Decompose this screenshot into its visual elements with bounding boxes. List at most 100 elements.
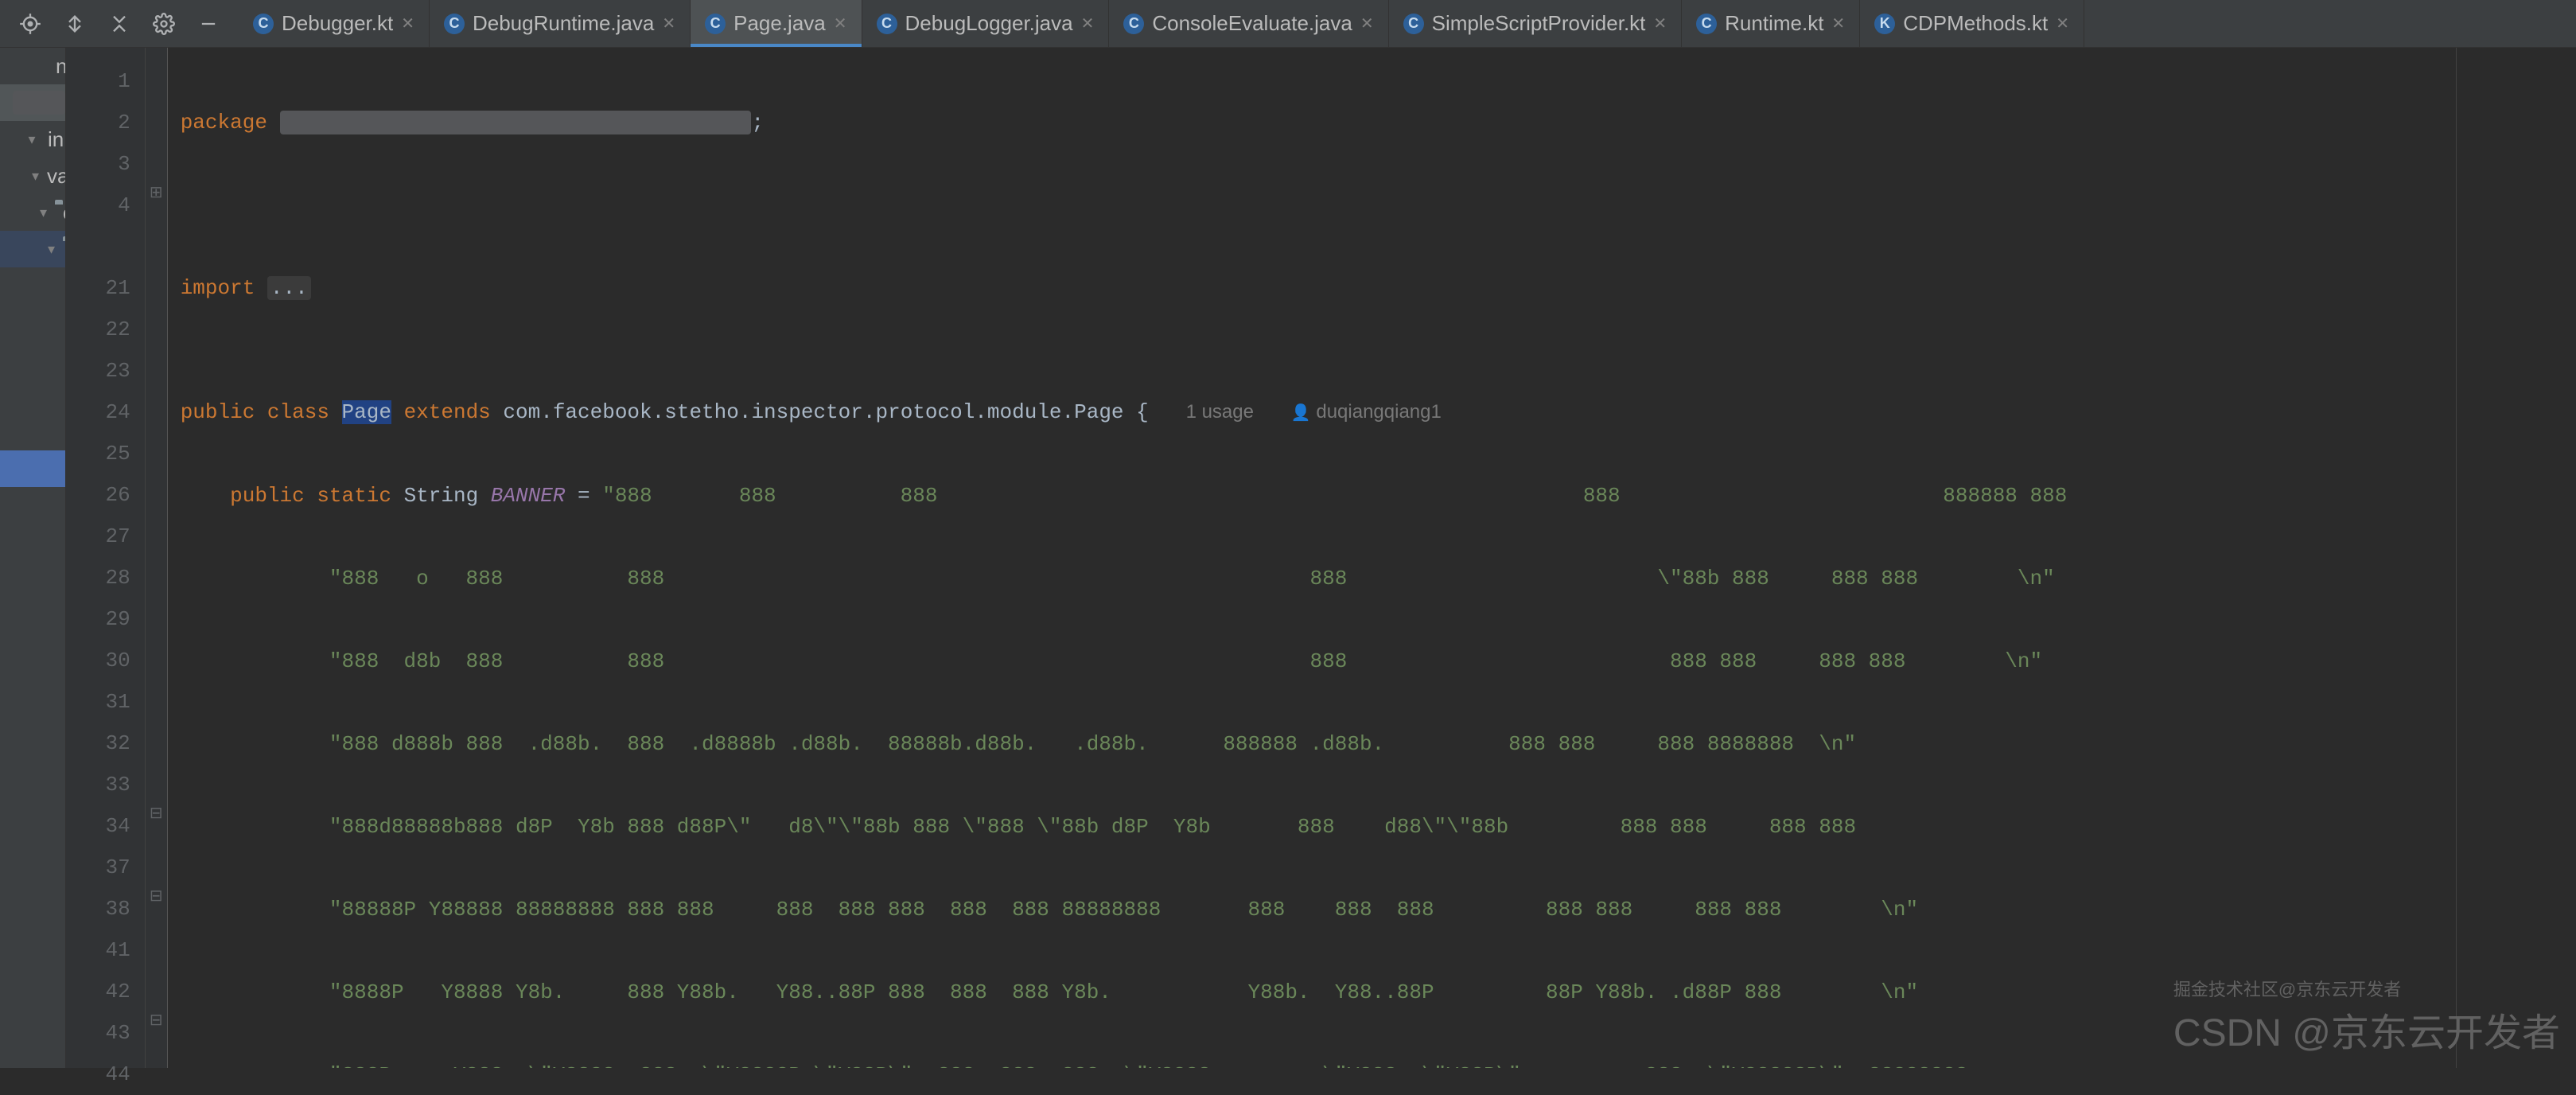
- tree-item[interactable]: CDebugRuntime: [0, 377, 66, 414]
- line-number[interactable]: 25: [66, 433, 130, 474]
- gear-icon[interactable]: [150, 10, 178, 38]
- tree-item[interactable]: [0, 84, 65, 121]
- tab-runtime-kt[interactable]: CRuntime.kt✕: [1682, 0, 1860, 47]
- close-icon[interactable]: ✕: [2056, 14, 2069, 33]
- line-number[interactable]: 44: [66, 1054, 130, 1095]
- project-tree[interactable]: ndk ▾in▾va▾com▾ ▾debugtoolsCConsoleEvalu…: [0, 48, 66, 1068]
- line-number[interactable]: 24: [66, 392, 130, 433]
- tree-item[interactable]: ▾va: [0, 158, 65, 194]
- line-number[interactable]: 21: [66, 267, 130, 309]
- close-icon[interactable]: ✕: [401, 14, 414, 33]
- line-number[interactable]: 2: [66, 102, 130, 143]
- line-number[interactable]: 1: [66, 60, 130, 102]
- fold-toggle[interactable]: [146, 296, 167, 337]
- fold-toggle[interactable]: [146, 503, 167, 544]
- close-icon[interactable]: ✕: [1831, 14, 1845, 33]
- fold-toggle[interactable]: ⊟: [146, 793, 167, 834]
- tree-item[interactable]: KSimpleScriptProvider: [0, 707, 66, 743]
- fold-toggle[interactable]: [146, 420, 167, 462]
- tree-arrow-icon[interactable]: ▾: [40, 205, 47, 221]
- line-number[interactable]: 31: [66, 681, 130, 723]
- fold-toggle[interactable]: [146, 379, 167, 420]
- fold-toggle[interactable]: [146, 89, 167, 131]
- fold-toggle[interactable]: [146, 917, 167, 958]
- line-number[interactable]: 22: [66, 309, 130, 350]
- tab-debuglogger-java[interactable]: CDebugLogger.java✕: [862, 0, 1110, 47]
- tab-consoleevaluate-java[interactable]: CConsoleEvaluate.java✕: [1109, 0, 1388, 47]
- tree-item[interactable]: ▸utils: [0, 487, 66, 524]
- tree-item[interactable]: CConsoleEvaluate: [0, 304, 66, 341]
- tree-item[interactable]: CPage: [0, 450, 66, 487]
- usage-hint[interactable]: 1 usage: [1186, 401, 1254, 423]
- fold-toggle[interactable]: [146, 255, 167, 296]
- line-number[interactable]: 33: [66, 764, 130, 805]
- line-number[interactable]: 29: [66, 598, 130, 640]
- fold-toggle[interactable]: [146, 751, 167, 793]
- tree-item[interactable]: KScriptSourceProvider: [0, 670, 66, 707]
- tree-item[interactable]: ▾in: [0, 121, 65, 158]
- close-icon[interactable]: ✕: [662, 14, 675, 33]
- tab-cdpmethods-kt[interactable]: KCDPMethods.kt✕: [1860, 0, 2084, 47]
- folded-imports[interactable]: ...: [267, 276, 311, 300]
- fold-column[interactable]: ⊞ ⊟ ⊟ ⊟: [146, 48, 168, 1068]
- tree-item[interactable]: ▾: [0, 231, 65, 267]
- tab-debugger-kt[interactable]: CDebugger.kt✕: [239, 0, 430, 47]
- fold-toggle[interactable]: ⊞: [146, 172, 167, 213]
- collapse-all-icon[interactable]: [105, 10, 134, 38]
- fold-toggle[interactable]: [146, 834, 167, 875]
- fold-toggle[interactable]: [146, 710, 167, 751]
- tree-item[interactable]: KV8Debugger: [0, 780, 66, 816]
- expand-all-icon[interactable]: [60, 10, 89, 38]
- fold-toggle[interactable]: [146, 1041, 167, 1082]
- tree-item[interactable]: ▾debugtools: [0, 267, 66, 304]
- fold-toggle[interactable]: [146, 627, 167, 668]
- line-number[interactable]: 27: [66, 516, 130, 557]
- line-number[interactable]: [66, 226, 130, 267]
- code-area[interactable]: package ; import ... public class Page e…: [168, 48, 2576, 1068]
- line-number[interactable]: 30: [66, 640, 130, 681]
- line-number[interactable]: 37: [66, 847, 130, 888]
- tree-item[interactable]: KDebugger: [0, 560, 66, 597]
- tree-item[interactable]: CLog: [0, 414, 66, 450]
- fold-toggle[interactable]: [146, 48, 167, 89]
- close-icon[interactable]: ✕: [1653, 14, 1667, 33]
- fold-toggle[interactable]: [146, 668, 167, 710]
- close-icon[interactable]: ✕: [1081, 14, 1095, 33]
- line-number[interactable]: 26: [66, 474, 130, 516]
- close-icon[interactable]: ✕: [834, 14, 847, 33]
- line-number[interactable]: 41: [66, 929, 130, 971]
- tree-item[interactable]: ndk: [0, 48, 65, 84]
- fold-toggle[interactable]: [146, 337, 167, 379]
- fold-toggle[interactable]: ⊟: [146, 1000, 167, 1041]
- tree-arrow-icon[interactable]: ▾: [32, 168, 39, 185]
- target-icon[interactable]: [16, 10, 45, 38]
- line-number[interactable]: 23: [66, 350, 130, 392]
- line-number[interactable]: 28: [66, 557, 130, 598]
- close-icon[interactable]: ✕: [1360, 14, 1374, 33]
- tree-item[interactable]: KCDPMethods.kt: [0, 524, 66, 560]
- tree-arrow-icon[interactable]: ▾: [24, 131, 40, 148]
- tab-debugruntime-java[interactable]: CDebugRuntime.java✕: [430, 0, 691, 47]
- line-number[interactable]: 43: [66, 1012, 130, 1054]
- tab-page-java[interactable]: CPage.java✕: [691, 0, 862, 47]
- author-hint[interactable]: duqiangqiang1: [1316, 401, 1442, 423]
- tree-item[interactable]: ▾com: [0, 194, 65, 231]
- tree-item[interactable]: KStethoHelper: [0, 743, 66, 780]
- fold-toggle[interactable]: [146, 213, 167, 255]
- line-number[interactable]: 34: [66, 805, 130, 847]
- fold-toggle[interactable]: ⊟: [146, 875, 167, 917]
- fold-toggle[interactable]: [146, 958, 167, 1000]
- tree-item[interactable]: KMappers.kt: [0, 597, 66, 633]
- tree-arrow-icon[interactable]: ▾: [48, 241, 55, 258]
- minimize-icon[interactable]: [194, 10, 223, 38]
- tree-item[interactable]: CDebugLogger: [0, 341, 66, 377]
- fold-toggle[interactable]: [146, 462, 167, 503]
- tree-item[interactable]: KRuntime: [0, 633, 66, 670]
- line-number[interactable]: 38: [66, 888, 130, 929]
- line-number[interactable]: 32: [66, 723, 130, 764]
- fold-toggle[interactable]: [146, 131, 167, 172]
- fold-toggle[interactable]: [146, 586, 167, 627]
- tree-item[interactable]: KV8Messenger: [0, 816, 66, 853]
- fold-toggle[interactable]: [146, 544, 167, 586]
- line-number[interactable]: 3: [66, 143, 130, 185]
